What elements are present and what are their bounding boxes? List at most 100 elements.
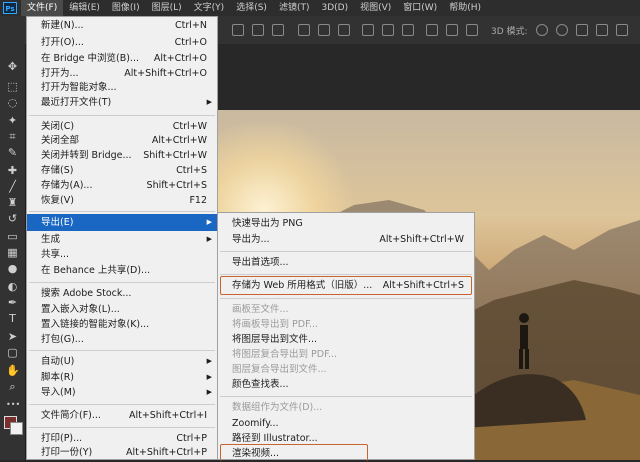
- menu-item-color-lookup-tables[interactable]: 颜色查找表...: [218, 376, 474, 393]
- menu-item-label: 打包(G)...: [41, 334, 84, 345]
- menu-item-export-as[interactable]: 导出为... Alt+Shift+Ctrl+W: [218, 231, 474, 248]
- healing-brush-icon[interactable]: ✚: [6, 164, 19, 177]
- slide-3d-icon[interactable]: [596, 24, 608, 36]
- background-color-swatch[interactable]: [10, 422, 23, 435]
- submenu-arrow-icon: ▶: [206, 357, 212, 365]
- menu-item-label: 导出首选项...: [232, 257, 289, 268]
- menu-separator: [29, 404, 215, 405]
- submenu-arrow-icon: ▶: [206, 388, 212, 396]
- menu-file[interactable]: 文件(F): [21, 0, 64, 16]
- pan-3d-icon[interactable]: [576, 24, 588, 36]
- tools-panel: ✥ ⬚ ◌ ✦ ⌗ ✎ ✚ ╱ ♜ ↺ ▭ ▦ ● ◐ ✒ T ➤ ▢ ✋ ⌕ …: [0, 44, 26, 460]
- blur-icon[interactable]: ●: [6, 262, 19, 275]
- eyedropper-icon[interactable]: ✎: [6, 146, 19, 159]
- menu-filter[interactable]: 滤镜(T): [273, 0, 316, 16]
- menu-item-label: 打开(O)...: [41, 37, 84, 48]
- shape-icon[interactable]: ▢: [6, 346, 19, 359]
- move-icon[interactable]: ✥: [6, 60, 19, 73]
- distribute-top-icon[interactable]: [362, 24, 374, 36]
- menu-item-label: 最近打开文件(T): [41, 97, 112, 108]
- menu-item-label: 导出(E): [41, 217, 74, 228]
- auto-align-icon[interactable]: [466, 24, 478, 36]
- menu-item-label: 快速导出为 PNG: [232, 218, 303, 229]
- type-icon[interactable]: T: [6, 312, 19, 325]
- menu-window[interactable]: 窗口(W): [397, 0, 443, 16]
- menu-separator: [220, 251, 472, 252]
- distribute-middle-icon[interactable]: [382, 24, 394, 36]
- distribute-left-icon[interactable]: [426, 24, 438, 36]
- menu-item-label: 打印一份(Y): [41, 447, 93, 458]
- path-selection-icon[interactable]: ➤: [6, 330, 19, 343]
- menu-item-label: 新建(N)...: [41, 20, 84, 31]
- more-tools-icon[interactable]: •••: [6, 398, 20, 411]
- menu-item-label: 共享...: [41, 249, 70, 260]
- menu-item-recent-files[interactable]: 最近打开文件(T) ▶: [27, 94, 217, 111]
- photoshop-logo: Ps: [3, 2, 17, 14]
- menu-item-search-stock[interactable]: 搜索 Adobe Stock...: [27, 285, 217, 302]
- menu-image[interactable]: 图像(I): [106, 0, 146, 16]
- lasso-icon[interactable]: ◌: [6, 96, 19, 109]
- pen-icon[interactable]: ✒: [6, 296, 19, 309]
- menu-item-label: 数据组作为文件(D)...: [232, 402, 323, 413]
- align-top-icon[interactable]: [298, 24, 310, 36]
- menu-separator: [220, 274, 472, 275]
- scale-3d-icon[interactable]: [616, 24, 628, 36]
- menu-item-label: 搜索 Adobe Stock...: [41, 288, 132, 299]
- menu-item-shortcut: Alt+Shift+Ctrl+P: [126, 447, 207, 458]
- align-bottom-icon[interactable]: [338, 24, 350, 36]
- align-center-icon[interactable]: [252, 24, 264, 36]
- menu-item-label: 在 Behance 上共享(D)...: [41, 265, 151, 276]
- clone-stamp-icon[interactable]: ♜: [6, 196, 19, 209]
- menu-item-quick-export-png[interactable]: 快速导出为 PNG: [218, 215, 474, 232]
- orbit-3d-icon[interactable]: [536, 24, 548, 36]
- menu-item-share-behance[interactable]: 在 Behance 上共享(D)...: [27, 262, 217, 279]
- menu-item-label: 导出为...: [232, 234, 270, 245]
- file-menu-dropdown: 新建(N)... Ctrl+N 打开(O)... Ctrl+O 在 Bridge 中…: [26, 16, 218, 460]
- menu-item-print-one-copy[interactable]: 打印一份(Y) Alt+Shift+Ctrl+P: [27, 444, 217, 461]
- align-middle-icon[interactable]: [318, 24, 330, 36]
- menu-edit[interactable]: 编辑(E): [63, 0, 106, 16]
- export-submenu: 快速导出为 PNG 导出为... Alt+Shift+Ctrl+W 导出首选项..…: [217, 212, 475, 461]
- hand-icon[interactable]: ✋: [6, 364, 20, 377]
- menu-item-export[interactable]: 导出(E) ▶: [27, 214, 217, 231]
- menu-item-label: 恢复(V): [41, 195, 74, 206]
- menu-item-package[interactable]: 打包(G)...: [27, 331, 217, 348]
- submenu-arrow-icon: ▶: [206, 98, 212, 106]
- menu-item-share[interactable]: 共享...: [27, 246, 217, 263]
- crop-icon[interactable]: ⌗: [6, 130, 19, 143]
- eraser-icon[interactable]: ▭: [6, 230, 19, 243]
- menu-item-shortcut: F12: [189, 195, 207, 206]
- menu-item-open[interactable]: 打开(O)... Ctrl+O: [27, 34, 217, 51]
- menu-item-import[interactable]: 导入(M) ▶: [27, 384, 217, 401]
- menu-item-label: 导入(M): [41, 387, 76, 398]
- align-left-icon[interactable]: [232, 24, 244, 36]
- menu-3d[interactable]: 3D(D): [315, 0, 354, 16]
- menu-view[interactable]: 视图(V): [354, 0, 397, 16]
- menu-help[interactable]: 帮助(H): [443, 0, 487, 16]
- dodge-icon[interactable]: ◐: [6, 280, 19, 293]
- menu-type[interactable]: 文字(Y): [188, 0, 231, 16]
- 3d-mode-label: 3D 模式:: [491, 27, 528, 37]
- menu-item-revert[interactable]: 恢复(V) F12: [27, 192, 217, 209]
- menu-item-label: 颜色查找表...: [232, 379, 289, 390]
- menu-item-data-sets-as-files: 数据组作为文件(D)...: [218, 399, 474, 416]
- menu-item-new[interactable]: 新建(N)... Ctrl+N: [27, 17, 217, 34]
- roll-3d-icon[interactable]: [556, 24, 568, 36]
- distribute-bottom-icon[interactable]: [402, 24, 414, 36]
- menu-item-export-preferences[interactable]: 导出首选项...: [218, 254, 474, 271]
- menu-bar: Ps 文件(F) 编辑(E) 图像(I) 图层(L) 文字(Y) 选择(S) 滤…: [0, 0, 640, 16]
- menu-item-automate[interactable]: 自动(U) ▶: [27, 353, 217, 370]
- menu-item-file-info[interactable]: 文件简介(F)... Alt+Shift+Ctrl+I: [27, 407, 217, 424]
- history-brush-icon[interactable]: ↺: [6, 212, 19, 225]
- brush-icon[interactable]: ╱: [6, 180, 19, 193]
- magic-wand-icon[interactable]: ✦: [6, 114, 19, 127]
- menu-separator: [29, 350, 215, 351]
- zoom-icon[interactable]: ⌕: [6, 380, 19, 393]
- menu-layer[interactable]: 图层(L): [146, 0, 188, 16]
- marquee-icon[interactable]: ⬚: [6, 80, 19, 93]
- gradient-icon[interactable]: ▦: [6, 246, 19, 259]
- menu-separator: [29, 211, 215, 212]
- align-right-icon[interactable]: [272, 24, 284, 36]
- distribute-center-icon[interactable]: [446, 24, 458, 36]
- menu-select[interactable]: 选择(S): [230, 0, 273, 16]
